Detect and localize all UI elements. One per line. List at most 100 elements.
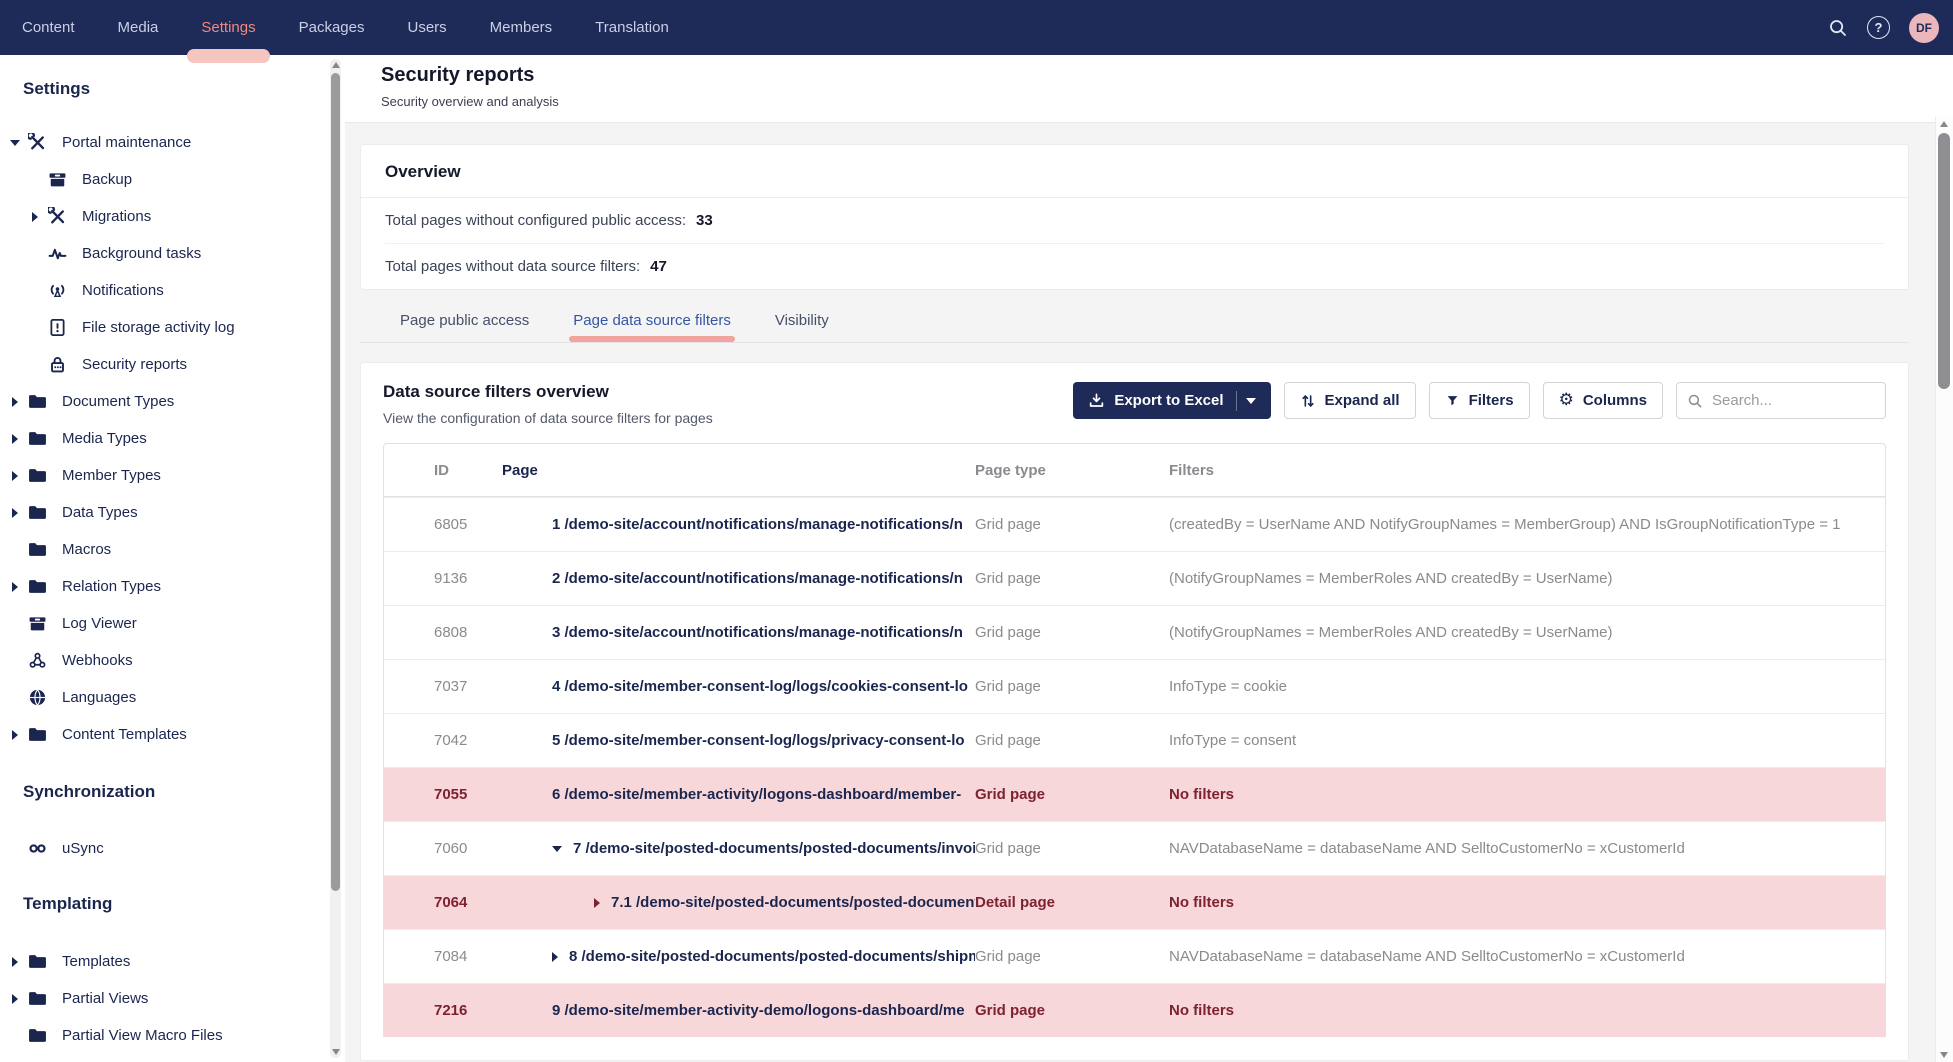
- page-link[interactable]: 9 /demo-site/member-activity-demo/logons…: [552, 1002, 965, 1019]
- page-link[interactable]: 7 /demo-site/posted-documents/posted-doc…: [573, 840, 975, 857]
- sidebar-item-file-storage-activity-log[interactable]: File storage activity log: [0, 309, 345, 346]
- scroll-down-icon[interactable]: [1940, 1052, 1948, 1058]
- cell-page-type: Grid page: [975, 840, 1169, 857]
- sidebar-scrollbar[interactable]: [330, 59, 341, 1058]
- scroll-up-icon[interactable]: [1940, 121, 1948, 127]
- scroll-up-icon[interactable]: [332, 62, 340, 68]
- sidebar-item-security-reports[interactable]: Security reports: [0, 346, 345, 383]
- avatar[interactable]: DF: [1909, 13, 1939, 43]
- search-icon[interactable]: [1828, 18, 1848, 38]
- page-link[interactable]: 6 /demo-site/member-activity/logons-dash…: [552, 786, 961, 803]
- table-row: 7060 7 /demo-site/posted-documents/poste…: [384, 821, 1885, 875]
- chevron-right-icon[interactable]: [9, 508, 21, 518]
- cell-filters: No filters: [1169, 1002, 1885, 1019]
- sidebar-item-label: Content Templates: [62, 726, 187, 743]
- cell-filters: No filters: [1169, 894, 1885, 911]
- data-source-filters-table: ID Page Page type Filters 6805 1 /demo-s…: [383, 443, 1886, 1037]
- expand-row-icon[interactable]: [552, 952, 558, 962]
- nav-item-media[interactable]: Media: [118, 0, 159, 55]
- gear-icon: [1559, 392, 1574, 409]
- chevron-right-icon[interactable]: [9, 582, 21, 592]
- sidebar-item-templates[interactable]: Templates: [0, 943, 345, 980]
- sidebar-item-macros[interactable]: Macros: [0, 531, 345, 568]
- table-row-alert: 7055 6 /demo-site/member-activity/logons…: [384, 767, 1885, 821]
- nav-item-translation[interactable]: Translation: [595, 0, 669, 55]
- stat-label: Total pages without data source filters:: [385, 258, 640, 275]
- nav-item-content[interactable]: Content: [22, 0, 75, 55]
- sidebar-item-languages[interactable]: Languages: [0, 679, 345, 716]
- tab-visibility[interactable]: Visibility: [775, 303, 829, 342]
- sidebar-item-data-types[interactable]: Data Types: [0, 494, 345, 531]
- cell-id: 7042: [384, 732, 502, 749]
- sidebar-item-document-types[interactable]: Document Types: [0, 383, 345, 420]
- help-icon[interactable]: [1867, 16, 1890, 39]
- sidebar-item-notifications[interactable]: Notifications: [0, 272, 345, 309]
- sidebar-item-portal-maintenance[interactable]: Portal maintenance: [0, 124, 345, 161]
- cell-page-type: Detail page: [975, 894, 1169, 911]
- chevron-right-icon[interactable]: [9, 957, 21, 967]
- page-link[interactable]: 8 /demo-site/posted-documents/posted-doc…: [569, 948, 975, 965]
- nav-item-settings[interactable]: Settings: [201, 0, 255, 55]
- sidebar-item-webhooks[interactable]: Webhooks: [0, 642, 345, 679]
- sidebar-item-label: Macros: [62, 541, 111, 558]
- archive-box-icon: [28, 614, 47, 633]
- sidebar-item-media-types[interactable]: Media Types: [0, 420, 345, 457]
- chevron-right-icon[interactable]: [9, 434, 21, 444]
- page-scrollbar[interactable]: [1935, 117, 1953, 1062]
- page-link[interactable]: 5 /demo-site/member-consent-log/logs/pri…: [552, 732, 965, 749]
- page-scrollbar-thumb[interactable]: [1938, 133, 1950, 389]
- chevron-right-icon[interactable]: [9, 994, 21, 1004]
- sidebar-item-member-types[interactable]: Member Types: [0, 457, 345, 494]
- search-input[interactable]: [1710, 391, 1875, 410]
- chevron-right-icon[interactable]: [9, 397, 21, 407]
- tab-page-public-access[interactable]: Page public access: [400, 303, 529, 342]
- dropdown-caret-icon[interactable]: [1246, 398, 1256, 404]
- chevron-right-icon[interactable]: [9, 730, 21, 740]
- scroll-down-icon[interactable]: [332, 1049, 340, 1055]
- sidebar-item-relation-types[interactable]: Relation Types: [0, 568, 345, 605]
- search-icon: [1687, 393, 1703, 409]
- chevron-right-icon[interactable]: [29, 212, 41, 222]
- cell-filters: NAVDatabaseName = databaseName AND Sellt…: [1169, 840, 1885, 857]
- cell-page-type: Grid page: [975, 1002, 1169, 1019]
- sidebar-item-usync[interactable]: uSync: [0, 830, 345, 867]
- columns-button[interactable]: Columns: [1543, 382, 1663, 419]
- cell-filters: (NotifyGroupNames = MemberRoles AND crea…: [1169, 570, 1885, 587]
- nav-item-members[interactable]: Members: [490, 0, 553, 55]
- cell-page-type: Grid page: [975, 678, 1169, 695]
- cell-id: 6808: [384, 624, 502, 641]
- page-link[interactable]: 2 /demo-site/account/notifications/manag…: [552, 570, 963, 587]
- sidebar-item-content-templates[interactable]: Content Templates: [0, 716, 345, 753]
- page-link[interactable]: 4 /demo-site/member-consent-log/logs/coo…: [552, 678, 968, 695]
- filters-button[interactable]: Filters: [1429, 382, 1530, 419]
- tab-page-data-source-filters[interactable]: Page data source filters: [573, 303, 731, 342]
- table-row: 7084 8 /demo-site/posted-documents/poste…: [384, 929, 1885, 983]
- cell-page-type: Grid page: [975, 516, 1169, 533]
- page-link[interactable]: 1 /demo-site/account/notifications/manag…: [552, 516, 963, 533]
- sidebar-item-migrations[interactable]: Migrations: [0, 198, 345, 235]
- section-heading: Data source filters overview: [383, 382, 713, 402]
- sidebar-item-background-tasks[interactable]: Background tasks: [0, 235, 345, 272]
- page-link[interactable]: 7.1 /demo-site/posted-documents/posted-d…: [611, 894, 975, 911]
- sidebar-item-label: Log Viewer: [62, 615, 137, 632]
- sidebar-item-partial-view-macro-files[interactable]: Partial View Macro Files: [0, 1017, 345, 1054]
- sidebar-item-label: Notifications: [82, 282, 164, 299]
- collapse-row-icon[interactable]: [552, 846, 562, 852]
- sidebar-scrollbar-thumb[interactable]: [331, 73, 340, 891]
- sidebar-item-label: Member Types: [62, 467, 161, 484]
- sidebar-item-log-viewer[interactable]: Log Viewer: [0, 605, 345, 642]
- export-to-excel-button[interactable]: Export to Excel: [1073, 382, 1270, 419]
- chevron-right-icon[interactable]: [9, 471, 21, 481]
- page-link[interactable]: 3 /demo-site/account/notifications/manag…: [552, 624, 963, 641]
- folder-icon: [28, 952, 47, 971]
- expand-row-icon[interactable]: [594, 898, 600, 908]
- sidebar-item-partial-views[interactable]: Partial Views: [0, 980, 345, 1017]
- sidebar-item-backup[interactable]: Backup: [0, 161, 345, 198]
- filters-label: Filters: [1469, 392, 1514, 409]
- chevron-down-icon[interactable]: [9, 140, 21, 146]
- nav-item-packages[interactable]: Packages: [299, 0, 365, 55]
- nav-item-users[interactable]: Users: [407, 0, 446, 55]
- sidebar-item-label: Webhooks: [62, 652, 133, 669]
- expand-all-button[interactable]: Expand all: [1284, 382, 1416, 419]
- expand-all-label: Expand all: [1325, 392, 1400, 409]
